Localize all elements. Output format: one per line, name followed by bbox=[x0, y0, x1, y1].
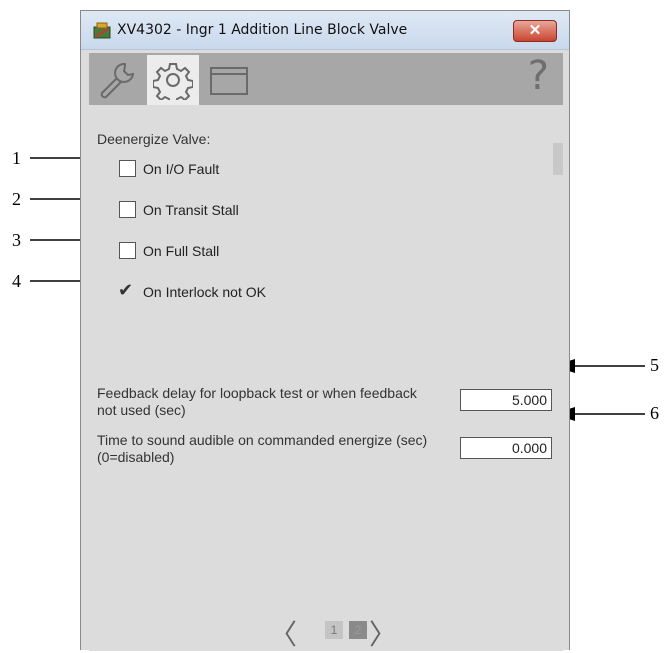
tab-maintenance[interactable] bbox=[91, 55, 143, 105]
io-fault-label: On I/O Fault bbox=[143, 161, 220, 177]
full-stall-checkbox[interactable] bbox=[119, 242, 136, 259]
close-button[interactable]: ✕ bbox=[513, 20, 557, 42]
transit-stall-checkbox[interactable] bbox=[119, 201, 136, 218]
feedback-delay-label: Feedback delay for loopback test or when… bbox=[97, 385, 417, 418]
scrollbar[interactable] bbox=[553, 143, 563, 175]
title-bar[interactable]: XV4302 - Ingr 1 Addition Line Block Valv… bbox=[81, 11, 569, 50]
transit-stall-label: On Transit Stall bbox=[143, 202, 239, 218]
faceplate-window: XV4302 - Ingr 1 Addition Line Block Valv… bbox=[80, 10, 570, 651]
page-1-button[interactable]: 1 bbox=[325, 621, 343, 639]
window-title: XV4302 - Ingr 1 Addition Line Block Valv… bbox=[117, 22, 408, 38]
wrench-icon bbox=[100, 62, 135, 99]
configuration-panel: Deenergize Valve: On I/O Fault On Transi… bbox=[89, 105, 563, 651]
audible-time-input[interactable] bbox=[460, 437, 552, 459]
callout-number-2: 2 bbox=[12, 189, 21, 209]
window-icon bbox=[210, 67, 248, 95]
next-page-icon[interactable]: 〉 bbox=[369, 613, 397, 653]
feedback-delay-input[interactable] bbox=[460, 389, 552, 411]
callout-number-3: 3 bbox=[12, 230, 21, 250]
gear-icon bbox=[153, 63, 193, 100]
close-icon: ✕ bbox=[528, 22, 542, 39]
previous-page-icon[interactable]: 〈 bbox=[269, 613, 297, 653]
callout-number-1: 1 bbox=[12, 148, 21, 168]
audible-time-label: Time to sound audible on commanded energ… bbox=[97, 432, 428, 465]
app-icon bbox=[93, 22, 111, 39]
tab-display[interactable] bbox=[203, 55, 255, 105]
callout-number-6: 6 bbox=[650, 403, 659, 423]
help-icon[interactable]: ? bbox=[528, 53, 549, 99]
page-2-button[interactable]: 2 bbox=[349, 621, 367, 639]
full-stall-label: On Full Stall bbox=[143, 243, 220, 259]
callout-number-4: 4 bbox=[12, 271, 21, 291]
deenergize-valve-label: Deenergize Valve: bbox=[97, 131, 211, 147]
io-fault-checkbox[interactable] bbox=[119, 160, 136, 177]
pager: 〈 1 2 〉 bbox=[269, 615, 429, 651]
tab-configuration[interactable] bbox=[147, 55, 199, 105]
interlock-checkmark-icon[interactable]: ✔ bbox=[118, 280, 133, 301]
callout-number-5: 5 bbox=[650, 355, 659, 375]
interlock-not-ok-label: On Interlock not OK bbox=[143, 284, 266, 300]
faceplate-toolbar: ? bbox=[89, 53, 563, 105]
